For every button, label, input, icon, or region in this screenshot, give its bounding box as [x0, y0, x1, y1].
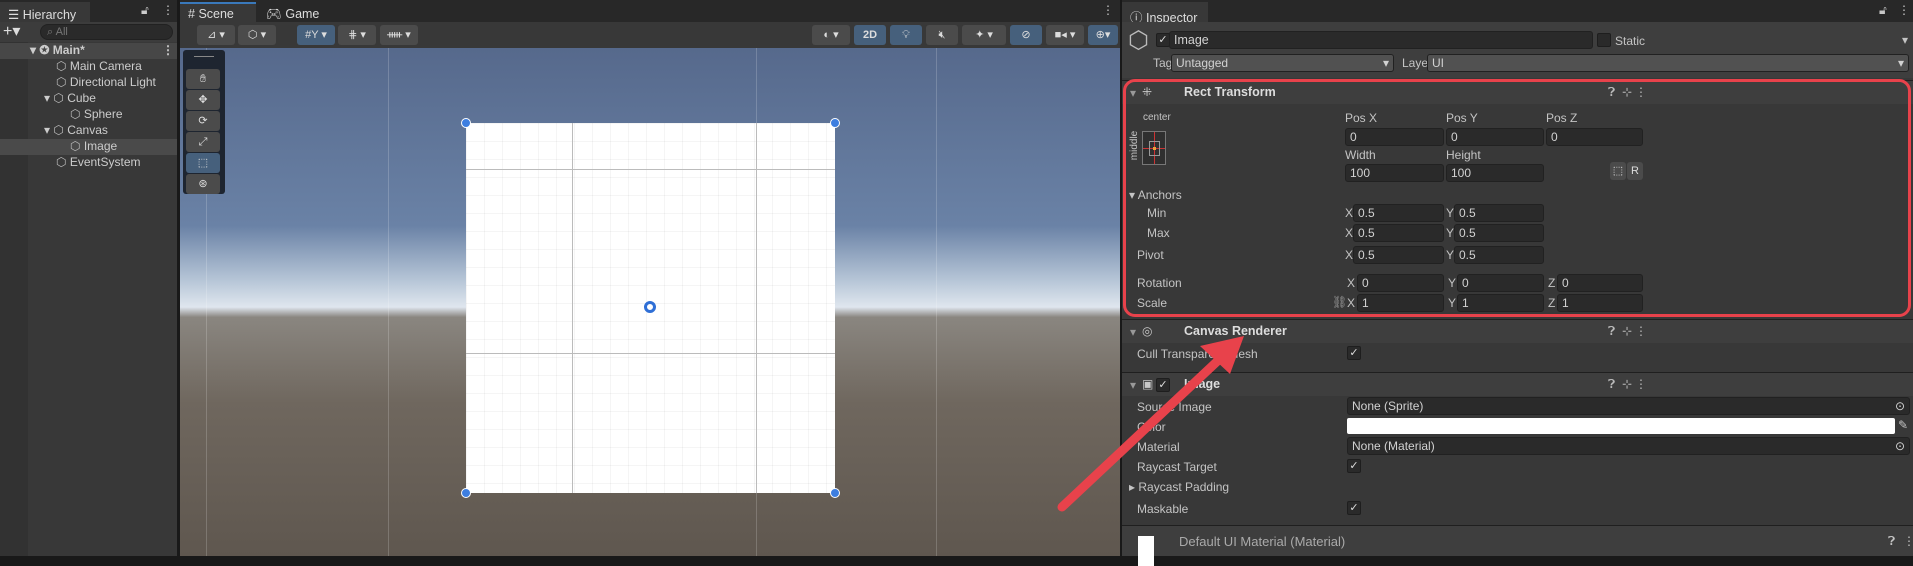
arrow-shaft	[1057, 349, 1230, 512]
annotation-arrow	[1057, 336, 1244, 512]
